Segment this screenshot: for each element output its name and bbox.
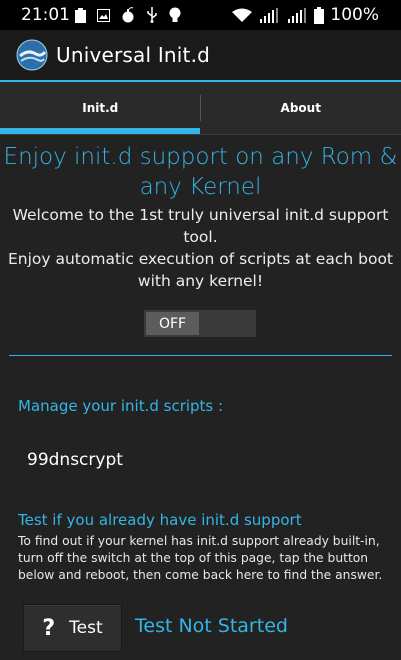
status-time: 21:01: [21, 5, 70, 25]
script-item-99dnscrypt[interactable]: 99dnscrypt: [27, 450, 123, 470]
app-logo-icon[interactable]: [16, 39, 48, 71]
test-button[interactable]: ? Test: [23, 604, 122, 652]
welcome-text: Welcome to the 1st truly universal init.…: [0, 204, 401, 292]
signal-icon: [260, 7, 279, 23]
tab-initd[interactable]: Init.d: [0, 82, 201, 134]
manage-scripts-label: Manage your init.d scripts :: [18, 397, 224, 415]
test-help-text: To find out if your kernel has init.d su…: [18, 534, 383, 582]
wifi-icon: [232, 8, 253, 22]
clipboard-icon: [75, 7, 86, 23]
test-status: Test Not Started: [135, 615, 288, 637]
toggle-thumb: OFF: [146, 312, 199, 335]
tab-about[interactable]: About: [201, 82, 401, 134]
notification-icons: [75, 7, 181, 23]
app-bar: Universal Init.d: [0, 30, 401, 82]
signal-icon: [288, 7, 307, 23]
app-title: Universal Init.d: [56, 43, 211, 67]
tab-selected-indicator: [0, 128, 200, 134]
battery-icon: [314, 6, 325, 24]
battery-percent: 100%: [330, 5, 379, 25]
initd-toggle-switch[interactable]: OFF: [144, 310, 256, 337]
section-divider: [9, 355, 392, 356]
bulb-icon: [169, 7, 181, 22]
bomb-icon: [122, 7, 134, 23]
system-icons: 100%: [232, 5, 379, 25]
status-bar: 21:01 100%: [0, 0, 401, 30]
test-support-title: Test if you already have init.d support: [18, 511, 302, 529]
tab-label: About: [280, 101, 321, 115]
usb-icon: [147, 7, 157, 23]
tab-bar: Init.d About: [0, 82, 401, 135]
welcome-text-body: Welcome to the 1st truly universal init.…: [7, 206, 394, 290]
test-button-label: Test: [69, 618, 103, 638]
image-icon: [97, 8, 110, 22]
question-icon: ?: [42, 615, 56, 641]
headline: Enjoy init.d support on any Rom & any Ke…: [3, 144, 398, 200]
tab-label: Init.d: [82, 101, 119, 115]
